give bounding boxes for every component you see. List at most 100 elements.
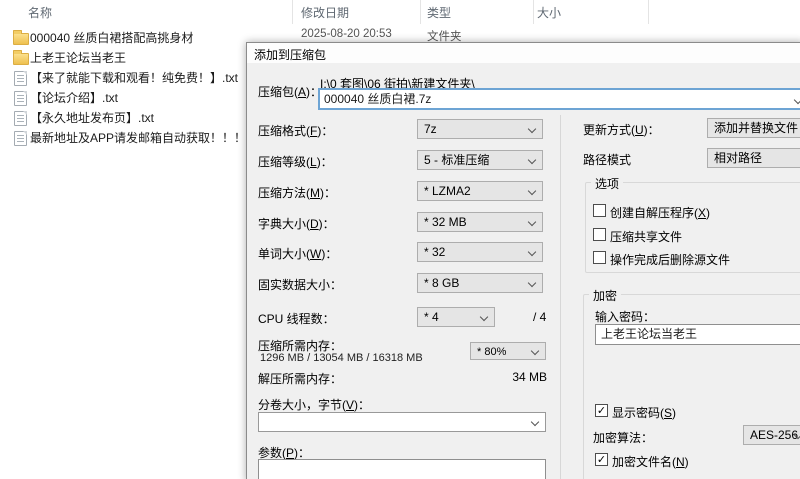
shared-files-checkbox[interactable] — [593, 228, 606, 241]
dictionary-size-value: * 32 MB — [424, 215, 467, 229]
list-item[interactable]: 上老王论坛当老王 — [0, 48, 250, 68]
delete-after-checkbox-label[interactable]: 操作完成后删除源文件 — [610, 251, 730, 268]
cpu-threads-select[interactable]: * 4 — [417, 307, 495, 327]
file-name: 最新地址及APP请发邮箱自动获取！！！.txt — [30, 128, 262, 148]
column-separator — [420, 0, 421, 24]
folder-icon — [13, 33, 29, 45]
word-size-select[interactable]: * 32 — [417, 242, 543, 262]
file-name: 【永久地址发布页】.txt — [30, 108, 154, 128]
memory-usage-value: * 80% — [477, 346, 506, 358]
level-value: 5 - 标准压缩 — [424, 153, 489, 167]
password-label: 输入密码： — [595, 308, 655, 325]
cpu-threads-label: CPU 线程数： — [258, 310, 335, 327]
file-name: 【来了就能下载和观看！纯免费！】.txt — [30, 68, 238, 88]
chevron-down-icon[interactable] — [528, 248, 536, 256]
delete-after-checkbox[interactable] — [593, 251, 606, 264]
column-header-date-modified[interactable]: 修改日期 — [301, 4, 349, 21]
list-item[interactable]: 【永久地址发布页】.txt — [0, 108, 250, 128]
shared-files-checkbox-label[interactable]: 压缩共享文件 — [610, 228, 682, 245]
chevron-down-icon[interactable] — [528, 187, 536, 195]
column-header-size[interactable]: 大小 — [537, 4, 561, 21]
archive-name-value: 000040 丝质白裙.7z — [324, 92, 431, 106]
chevron-down-icon[interactable] — [528, 156, 536, 164]
path-mode-select[interactable]: 相对路径 — [707, 148, 800, 168]
path-mode-label: 路径模式 — [583, 151, 631, 168]
encryption-method-select[interactable]: AES-256 — [743, 425, 800, 445]
list-item[interactable]: 【论坛介绍】.txt — [0, 88, 250, 108]
chevron-down-icon[interactable] — [531, 347, 539, 355]
update-mode-select[interactable]: 添加并替换文件 — [707, 118, 800, 138]
column-header-type[interactable]: 类型 — [427, 4, 451, 21]
path-mode-value: 相对路径 — [714, 151, 762, 165]
text-file-icon — [14, 131, 27, 146]
options-group-title: 选项 — [591, 175, 623, 192]
password-value: 上老王论坛当老王 — [601, 327, 697, 341]
solid-block-size-label: 固实数据大小： — [258, 276, 342, 293]
chevron-down-icon[interactable] — [480, 313, 488, 321]
screen: 名称 修改日期 类型 大小 2025-08-20 20:53 文件夹 00004… — [0, 0, 800, 479]
list-item[interactable]: 【来了就能下载和观看！纯免费！】.txt — [0, 68, 250, 88]
text-file-icon — [14, 111, 27, 126]
solid-block-size-value: * 8 GB — [424, 276, 459, 290]
decompress-memory-value: 34 MB — [497, 370, 547, 384]
folder-icon — [13, 53, 29, 65]
text-file-icon — [14, 91, 27, 106]
dialog-title: 添加到压缩包 — [254, 46, 326, 63]
word-size-label: 单词大小(W)： — [258, 245, 337, 262]
text-file-icon — [14, 71, 27, 86]
method-value: * LZMA2 — [424, 184, 471, 198]
add-to-archive-dialog: 添加到压缩包 压缩包(A)： I:\0 套图\06 街拍\新建文件夹\ 0000… — [246, 42, 800, 479]
encryption-group-title: 加密 — [589, 287, 621, 304]
sfx-checkbox[interactable] — [593, 204, 606, 217]
encryption-method-label: 加密算法： — [593, 429, 653, 446]
show-password-checkbox-label[interactable]: 显示密码(S) — [612, 404, 676, 421]
method-label: 压缩方法(M)： — [258, 184, 336, 201]
column-divider — [560, 115, 561, 479]
volume-size-input[interactable] — [258, 412, 546, 432]
dialog-body: 压缩包(A)： I:\0 套图\06 街拍\新建文件夹\ 000040 丝质白裙… — [247, 63, 800, 479]
volume-size-label: 分卷大小，字节(V)： — [258, 396, 370, 413]
archive-name-input[interactable]: 000040 丝质白裙.7z — [318, 88, 800, 110]
format-value: 7z — [424, 122, 437, 136]
dictionary-size-select[interactable]: * 32 MB — [417, 212, 543, 232]
list-item[interactable]: 000040 丝质白裙搭配高挑身材 — [0, 28, 250, 48]
update-mode-label: 更新方式(U)： — [583, 121, 660, 138]
chevron-down-icon[interactable] — [528, 125, 536, 133]
compress-memory-detail: 1296 MB / 13054 MB / 16318 MB — [260, 352, 423, 364]
column-separator — [533, 0, 534, 24]
parameters-input[interactable] — [258, 459, 546, 479]
list-item[interactable]: 最新地址及APP请发邮箱自动获取！！！.txt — [0, 128, 250, 148]
format-label: 压缩格式(F)： — [258, 122, 333, 139]
encrypt-filenames-checkbox[interactable]: ✓ — [595, 453, 608, 466]
memory-usage-select[interactable]: * 80% — [470, 342, 546, 360]
column-separator — [648, 0, 649, 24]
dialog-titlebar[interactable]: 添加到压缩包 — [247, 43, 800, 63]
file-date-modified: 2025-08-20 20:53 — [301, 28, 392, 40]
word-size-value: * 32 — [424, 245, 445, 259]
cpu-threads-value: * 4 — [424, 310, 439, 324]
decompress-memory-label: 解压所需内存： — [258, 370, 342, 387]
column-header-name[interactable]: 名称 — [28, 4, 52, 21]
show-password-checkbox[interactable]: ✓ — [595, 404, 608, 417]
archive-name-label: 压缩包(A)： — [258, 83, 322, 100]
level-label: 压缩等级(L)： — [258, 153, 333, 170]
password-input[interactable]: 上老王论坛当老王 — [595, 324, 800, 345]
encryption-method-value: AES-256 — [750, 428, 798, 442]
solid-block-size-select[interactable]: * 8 GB — [417, 273, 543, 293]
chevron-down-icon[interactable] — [528, 218, 536, 226]
file-name: 000040 丝质白裙搭配高挑身材 — [30, 28, 193, 48]
level-select[interactable]: 5 - 标准压缩 — [417, 150, 543, 170]
cpu-threads-max: / 4 — [533, 310, 546, 324]
file-name: 上老王论坛当老王 — [30, 48, 126, 68]
update-mode-value: 添加并替换文件 — [714, 121, 798, 135]
column-separator — [292, 0, 293, 24]
format-select[interactable]: 7z — [417, 119, 543, 139]
sfx-checkbox-label[interactable]: 创建自解压程序(X) — [610, 204, 710, 221]
dictionary-size-label: 字典大小(D)： — [258, 215, 335, 232]
encrypt-filenames-checkbox-label[interactable]: 加密文件名(N) — [612, 453, 689, 470]
chevron-down-icon[interactable] — [531, 418, 539, 426]
method-select[interactable]: * LZMA2 — [417, 181, 543, 201]
file-name: 【论坛介绍】.txt — [30, 88, 118, 108]
chevron-down-icon[interactable] — [528, 279, 536, 287]
chevron-down-icon[interactable] — [794, 96, 800, 104]
